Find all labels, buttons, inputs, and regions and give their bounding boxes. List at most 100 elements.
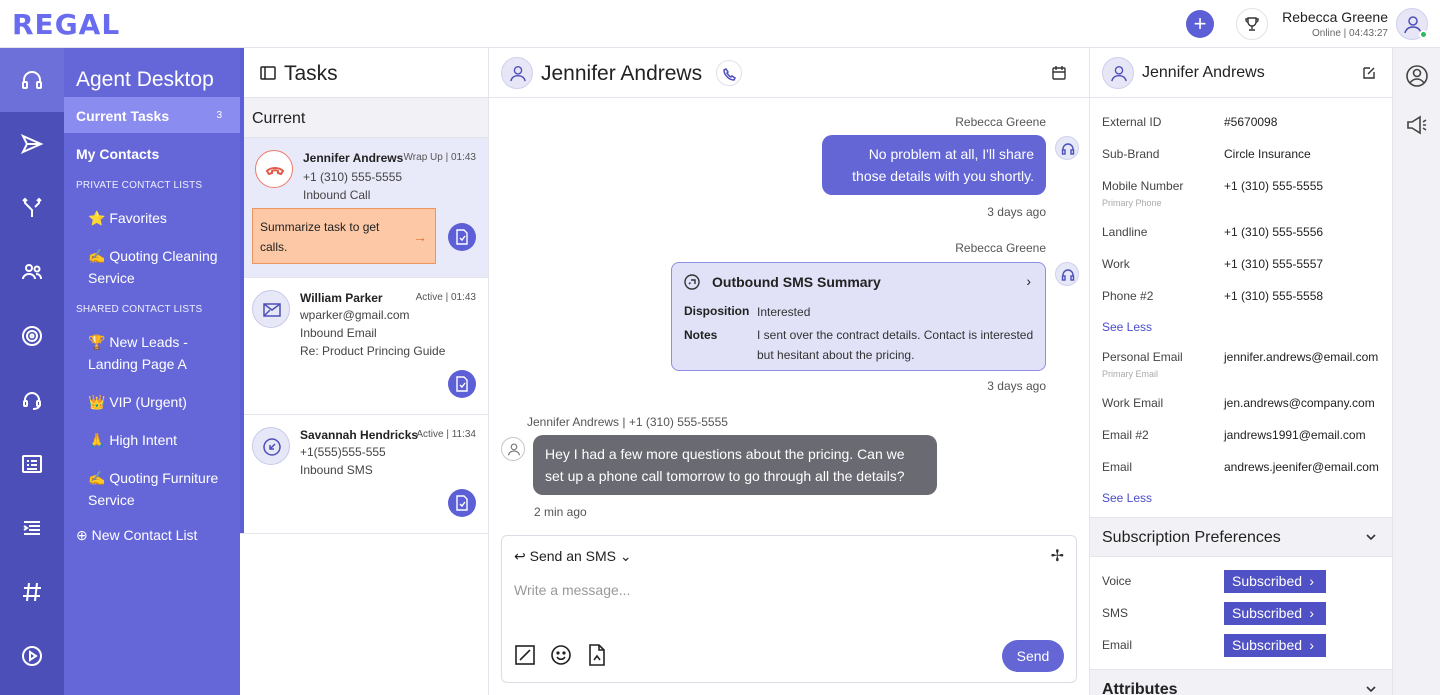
field-label: Mobile Number: [1102, 179, 1184, 193]
subscription-status: Subscribed: [1232, 637, 1303, 653]
task-notes-button[interactable]: [448, 370, 476, 398]
sms-subscribed-button[interactable]: Subscribed ›: [1224, 602, 1326, 625]
arrow-right-icon: →: [413, 229, 427, 245]
voice-subscribed-button[interactable]: Subscribed ›: [1224, 570, 1326, 593]
sidebar-item-current-tasks[interactable]: Current Tasks 3: [64, 97, 240, 133]
sidebar-edge: [240, 48, 244, 533]
subscription-channel: Email: [1102, 638, 1133, 652]
chevron-down-icon: ⌄: [619, 548, 632, 564]
contact-details-panel: Jennifer Andrews External ID #5670098 Su…: [1089, 48, 1393, 695]
announcement-icon[interactable]: [1405, 113, 1429, 142]
shared-lists-header: SHARED CONTACT LISTS: [76, 304, 203, 315]
profile-icon[interactable]: [1405, 64, 1429, 93]
task-type: Inbound Email: [300, 326, 377, 340]
field-value[interactable]: +1 (310) 555-5557: [1224, 257, 1323, 271]
panel-toggle-icon[interactable]: [260, 66, 276, 80]
field-value[interactable]: +1 (310) 555-5558: [1224, 289, 1323, 303]
hashtag-icon[interactable]: [0, 560, 64, 624]
top-bar: REGAL + Rebecca Greene Online | 04:43:27: [0, 0, 1440, 48]
message-input[interactable]: [514, 582, 1054, 598]
task-card-savannah[interactable]: Savannah Hendricks Active | 11:34 +1(555…: [240, 415, 488, 534]
user-info[interactable]: Rebecca Greene Online | 04:43:27: [1282, 9, 1388, 39]
subscription-channel: Voice: [1102, 574, 1132, 588]
message-sender: Rebecca Greene: [955, 115, 1046, 129]
task-notes-button[interactable]: [448, 223, 476, 251]
current-tasks-label: Current Tasks: [76, 108, 170, 124]
support-headset-icon[interactable]: [0, 368, 64, 432]
sidebar-item-quoting-furniture[interactable]: ✍ Quoting Furniture Service: [88, 467, 236, 511]
field-value[interactable]: +1 (310) 555-5555: [1224, 179, 1323, 193]
sidebar-item-new-leads[interactable]: 🏆 New Leads - Landing Page A: [88, 331, 236, 375]
field-value[interactable]: andrews.jeenifer@email.com: [1224, 460, 1379, 474]
right-rail: [1392, 48, 1440, 695]
task-notes-button[interactable]: [448, 489, 476, 517]
sms-icon: [252, 427, 290, 465]
summarize-task-banner[interactable]: Summarize task to get calls. →: [252, 208, 436, 264]
list-label: VIP (Urgent): [109, 394, 187, 410]
sidebar-item-my-contacts[interactable]: My Contacts: [76, 146, 159, 162]
play-circle-icon[interactable]: [0, 624, 64, 688]
task-phone: +1 (310) 555-5555: [303, 170, 403, 184]
emoji-icon[interactable]: [550, 644, 572, 671]
edit-template-icon[interactable]: [514, 644, 536, 671]
see-less-phones-link[interactable]: See Less: [1102, 320, 1152, 334]
composer-mode-select[interactable]: ↩ Send an SMS ⌄: [514, 548, 632, 565]
target-icon[interactable]: [0, 304, 64, 368]
field-value[interactable]: +1 (310) 555-5556: [1224, 225, 1323, 239]
attach-file-icon[interactable]: [586, 644, 608, 671]
new-contact-list-button[interactable]: ⊕ New Contact List: [76, 527, 197, 544]
chevron-right-icon[interactable]: ›: [1026, 273, 1031, 289]
queue-list-icon[interactable]: [0, 496, 64, 560]
sidebar: Agent Desktop Current Tasks 3 My Contact…: [64, 48, 240, 695]
subscription-preferences-header[interactable]: Subscription Preferences: [1090, 517, 1393, 557]
field-label: Email: [1102, 460, 1133, 474]
attributes-header[interactable]: Attributes: [1090, 669, 1393, 695]
field-label: External ID: [1102, 115, 1162, 129]
calendar-icon[interactable]: [1051, 65, 1067, 86]
task-card-jennifer[interactable]: Jennifer Andrews Wrap Up | 01:43 +1 (310…: [240, 138, 488, 278]
nav-rail: [0, 48, 64, 695]
field-value[interactable]: jandrews1991@email.com: [1224, 428, 1366, 442]
chevron-down-icon: [1366, 686, 1376, 693]
contacts-icon[interactable]: [0, 240, 64, 304]
regal-logo[interactable]: REGAL: [12, 8, 120, 41]
sidebar-item-high-intent[interactable]: 🙏 High Intent: [88, 429, 236, 451]
field-label: Landline: [1102, 225, 1148, 239]
field-value[interactable]: jen.andrews@company.com: [1224, 396, 1375, 410]
task-contact-name: Jennifer Andrews: [303, 151, 404, 165]
list-emoji: 🙏: [88, 432, 106, 448]
drag-handle-icon[interactable]: ✢: [1051, 546, 1064, 566]
current-tasks-count: 3: [216, 110, 222, 121]
phone-hangup-icon: [255, 150, 293, 188]
field-value[interactable]: jennifer.andrews@email.com: [1224, 350, 1378, 364]
task-contact-name: Savannah Hendricks: [300, 428, 419, 442]
agent-headset-icon: [1055, 136, 1079, 160]
field-label: Phone #2: [1102, 289, 1154, 303]
send-button[interactable]: Send: [1002, 640, 1064, 672]
task-card-william[interactable]: William Parker Active | 01:43 wparker@gm…: [240, 278, 488, 415]
merge-icon[interactable]: [0, 176, 64, 240]
task-subject: Re: Product Princing Guide: [300, 344, 446, 358]
sidebar-item-vip[interactable]: 👑 VIP (Urgent): [88, 391, 236, 413]
user-avatar[interactable]: [1396, 8, 1428, 40]
notes-label: Notes: [684, 328, 718, 342]
sms-summary-card[interactable]: Outbound SMS Summary › Disposition Inter…: [671, 262, 1046, 371]
task-contact-name: William Parker: [300, 291, 383, 305]
send-icon[interactable]: [0, 112, 64, 176]
message-time: 2 min ago: [534, 505, 587, 519]
trophy-icon[interactable]: [1236, 8, 1268, 40]
see-less-emails-link[interactable]: See Less: [1102, 491, 1152, 505]
online-indicator: [1419, 30, 1428, 39]
sidebar-item-favorites[interactable]: ⭐ Favorites: [88, 207, 236, 229]
sidebar-item-quoting-cleaning[interactable]: ✍ Quoting Cleaning Service: [88, 245, 236, 289]
list-label: Quoting Cleaning Service: [88, 248, 218, 286]
edit-icon[interactable]: [1362, 66, 1376, 85]
create-button[interactable]: +: [1186, 10, 1214, 38]
sms-summary-title: Outbound SMS Summary: [712, 274, 881, 290]
task-type: Inbound SMS: [300, 463, 373, 477]
attributes-title: Attributes: [1102, 681, 1178, 695]
call-button[interactable]: [716, 60, 742, 86]
email-subscribed-button[interactable]: Subscribed ›: [1224, 634, 1326, 657]
list-card-icon[interactable]: [0, 432, 64, 496]
headset-icon[interactable]: [0, 48, 64, 112]
